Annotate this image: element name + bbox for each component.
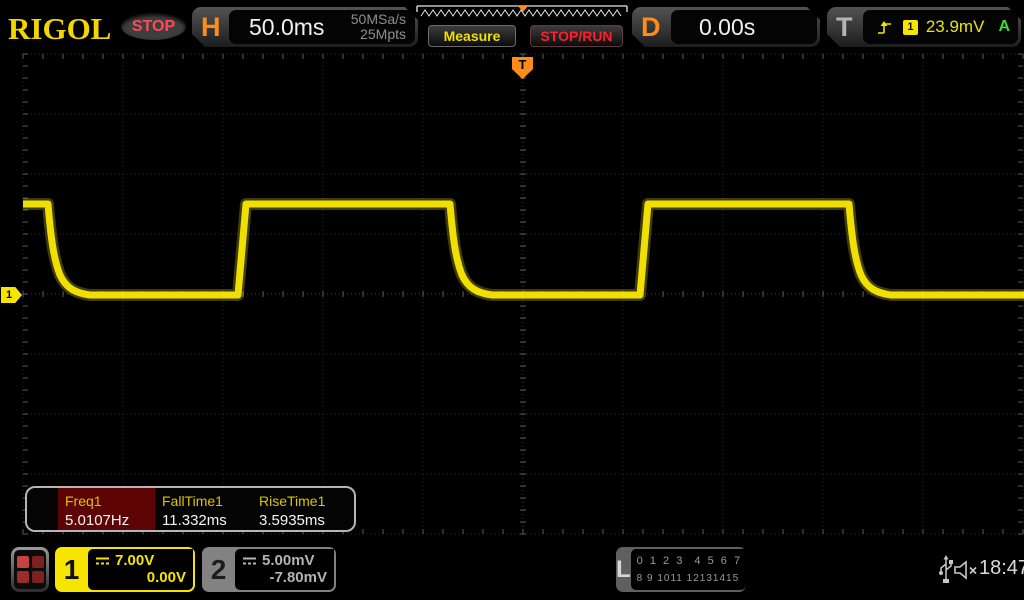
waveform-trace xyxy=(23,204,1024,295)
channel2-number: 2 xyxy=(202,547,235,592)
measurement-label: Freq1 xyxy=(65,493,155,509)
measurement-box: Freq1 5.0107Hz FallTime1 11.332ms RiseTi… xyxy=(25,486,356,532)
menu-button[interactable] xyxy=(11,547,49,592)
channel1-number: 1 xyxy=(55,547,88,592)
clock: 18:47 xyxy=(979,557,1024,580)
waveform-trace-glow xyxy=(23,204,1024,295)
usb-icon xyxy=(938,555,954,585)
dc-coupling-icon xyxy=(95,556,110,566)
channel2-scale: 5.00mV xyxy=(262,552,315,569)
measurement-value: 3.5935ms xyxy=(259,512,349,529)
measurement-value: 5.0107Hz xyxy=(65,512,155,529)
measurement-label: RiseTime1 xyxy=(259,493,349,509)
measurement-item-falltime1[interactable]: FallTime1 11.332ms xyxy=(155,488,252,530)
measurement-item-freq1[interactable]: Freq1 5.0107Hz xyxy=(58,488,155,530)
menu-grid-icon xyxy=(14,550,46,589)
channel1-offset: 0.00V xyxy=(95,569,186,586)
channel1-scale: 7.00V xyxy=(115,552,154,569)
logic-analyzer-block[interactable]: L 0 1 2 3 4 5 6 7 8 9 1011 12131415 xyxy=(616,547,746,592)
measurement-value: 11.332ms xyxy=(162,512,252,529)
logic-channels-row1: 0 1 2 3 4 5 6 7 xyxy=(637,553,742,570)
channel2-block[interactable]: 2 5.00mV -7.80mV xyxy=(202,547,336,592)
measurement-item-risetime1[interactable]: RiseTime1 3.5935ms xyxy=(252,488,349,530)
measurement-label: FallTime1 xyxy=(162,493,252,509)
dc-coupling-icon xyxy=(242,556,257,566)
speaker-muted-icon xyxy=(953,559,979,581)
channel2-offset: -7.80mV xyxy=(242,569,327,586)
logic-channels-row2: 8 9 1011 12131415 xyxy=(637,570,742,587)
channel1-block[interactable]: 1 7.00V 0.00V xyxy=(55,547,195,592)
logic-label: L xyxy=(616,547,631,592)
